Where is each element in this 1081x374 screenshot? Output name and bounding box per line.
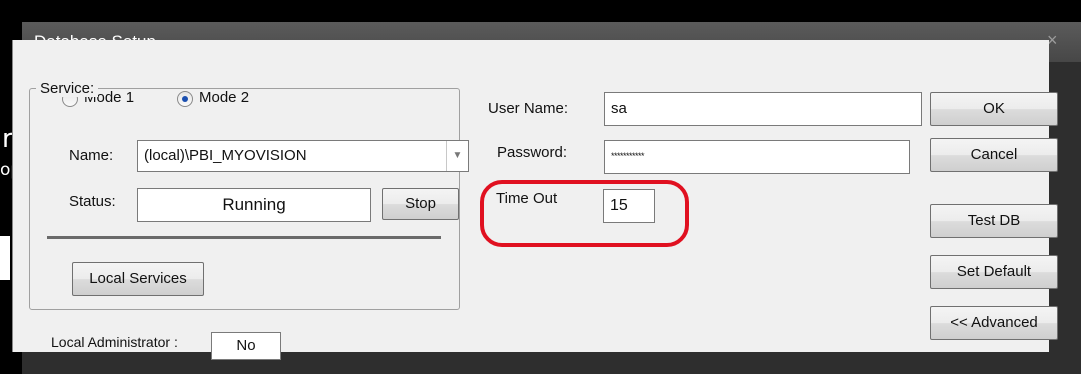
name-label: Name: <box>69 147 114 164</box>
test-db-label: Test DB <box>967 212 1021 229</box>
advanced-label: << Advanced <box>950 314 1038 331</box>
service-name-combo[interactable]: (local)\PBI_MYOVISION <box>137 140 469 172</box>
ok-button[interactable]: OK <box>930 92 1058 126</box>
set-default-button[interactable]: Set Default <box>930 255 1058 289</box>
ok-label: OK <box>983 100 1005 117</box>
password-value: *********** <box>611 151 645 161</box>
status-label: Status: <box>69 193 116 210</box>
advanced-button[interactable]: << Advanced <box>930 306 1058 340</box>
cancel-button[interactable]: Cancel <box>930 138 1058 172</box>
service-name-value: (local)\PBI_MYOVISION <box>144 147 307 164</box>
separator <box>47 236 441 239</box>
stop-button-label: Stop <box>405 195 436 212</box>
background-field-edge <box>0 236 10 280</box>
local-services-button[interactable]: Local Services <box>72 262 204 296</box>
stop-button[interactable]: Stop <box>382 188 459 220</box>
username-label: User Name: <box>488 100 569 117</box>
username-value: sa <box>611 100 627 117</box>
service-group-label: Service: <box>36 80 99 97</box>
status-value: Running <box>222 195 286 214</box>
local-services-label: Local Services <box>89 270 187 287</box>
password-label: Password: <box>497 144 568 161</box>
local-admin-label: Local Administrator : <box>51 334 178 350</box>
username-input[interactable]: sa <box>604 92 922 126</box>
set-default-label: Set Default <box>956 263 1032 280</box>
test-db-button[interactable]: Test DB <box>930 204 1058 238</box>
chevron-down-icon[interactable]: ▼ <box>446 141 468 171</box>
status-field: Running <box>137 188 371 222</box>
local-admin-field: No <box>211 332 281 360</box>
red-annotation-circle <box>480 180 689 247</box>
local-admin-value: No <box>236 337 256 354</box>
password-input[interactable]: *********** <box>604 140 910 174</box>
cancel-label: Cancel <box>970 146 1018 163</box>
